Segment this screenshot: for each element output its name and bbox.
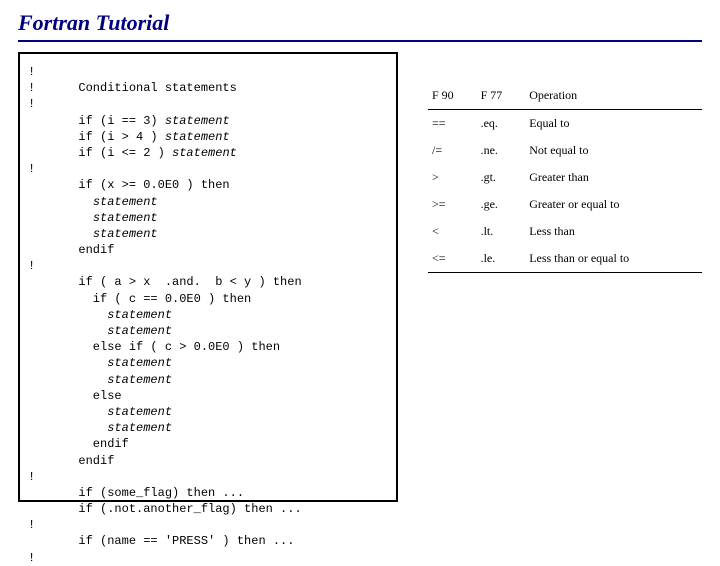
code-line: statement: [28, 420, 388, 436]
table-cell: /=: [428, 137, 477, 164]
code-line: if (.not.another_flag) then ...: [28, 501, 388, 517]
code-line: if (name == 'PRESS' ) then ...: [28, 533, 388, 549]
code-line: if (i <= 2 ) statement: [28, 145, 388, 161]
code-line: if ( c == 0.0E0 ) then: [28, 291, 388, 307]
code-line: !: [28, 96, 388, 112]
code-box: !! Conditional statements! if (i == 3) s…: [18, 52, 398, 502]
col-op: Operation: [525, 82, 702, 110]
table-cell: Less than: [525, 218, 702, 245]
code-line: statement: [28, 404, 388, 420]
table-cell: .eq.: [477, 110, 526, 138]
code-line: if ( a > x .and. b < y ) then: [28, 274, 388, 290]
table-cell: Equal to: [525, 110, 702, 138]
table-cell: .ge.: [477, 191, 526, 218]
code-line: statement: [28, 372, 388, 388]
table-cell: Not equal to: [525, 137, 702, 164]
code-line: !: [28, 258, 388, 274]
code-line: statement: [28, 307, 388, 323]
table-row: /=.ne.Not equal to: [428, 137, 702, 164]
code-line: !: [28, 64, 388, 80]
code-line: endif: [28, 242, 388, 258]
table-cell: .ne.: [477, 137, 526, 164]
code-line: !: [28, 550, 388, 566]
table-header-row: F 90 F 77 Operation: [428, 82, 702, 110]
table-row: >=.ge.Greater or equal to: [428, 191, 702, 218]
code-line: endif: [28, 453, 388, 469]
code-line: statement: [28, 323, 388, 339]
table-row: <.lt.Less than: [428, 218, 702, 245]
code-line: statement: [28, 210, 388, 226]
table-row: >.gt.Greater than: [428, 164, 702, 191]
code-line: !: [28, 469, 388, 485]
code-line: if (x >= 0.0E0 ) then: [28, 177, 388, 193]
code-line: else: [28, 388, 388, 404]
table-cell: .le.: [477, 245, 526, 273]
code-line: !: [28, 161, 388, 177]
col-f77: F 77: [477, 82, 526, 110]
table-row: ==.eq.Equal to: [428, 110, 702, 138]
code-line: !: [28, 517, 388, 533]
operator-table: F 90 F 77 Operation ==.eq.Equal to/=.ne.…: [428, 82, 702, 273]
code-line: statement: [28, 194, 388, 210]
code-line: if (i > 4 ) statement: [28, 129, 388, 145]
table-cell: <=: [428, 245, 477, 273]
table-cell: .lt.: [477, 218, 526, 245]
table-cell: .gt.: [477, 164, 526, 191]
table-cell: >=: [428, 191, 477, 218]
content-row: !! Conditional statements! if (i == 3) s…: [0, 52, 720, 502]
table-cell: Greater or equal to: [525, 191, 702, 218]
page-title: Fortran Tutorial: [0, 0, 720, 40]
code-line: if (some_flag) then ...: [28, 485, 388, 501]
code-line: statement: [28, 226, 388, 242]
col-f90: F 90: [428, 82, 477, 110]
table-cell: >: [428, 164, 477, 191]
table-cell: <: [428, 218, 477, 245]
table-row: <=.le.Less than or equal to: [428, 245, 702, 273]
table-cell: ==: [428, 110, 477, 138]
code-line: else if ( c > 0.0E0 ) then: [28, 339, 388, 355]
code-line: statement: [28, 355, 388, 371]
table-cell: Less than or equal to: [525, 245, 702, 273]
code-line: if (i == 3) statement: [28, 113, 388, 129]
right-panel: F 90 F 77 Operation ==.eq.Equal to/=.ne.…: [398, 52, 702, 502]
table-cell: Greater than: [525, 164, 702, 191]
title-divider: [18, 40, 702, 42]
code-line: ! Conditional statements: [28, 80, 388, 96]
code-line: endif: [28, 436, 388, 452]
